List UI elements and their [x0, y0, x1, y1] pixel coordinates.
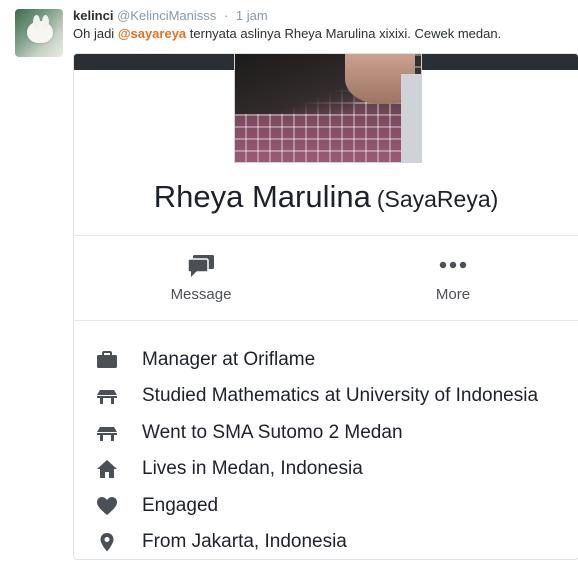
info-hometown-text: From Jakarta, Indonesia — [142, 531, 347, 552]
timestamp[interactable]: 1 jam — [236, 8, 268, 23]
briefcase-icon — [97, 351, 117, 368]
info-relationship-text: Engaged — [142, 495, 219, 516]
info-education-text: Studied Mathematics at University of Ind… — [142, 385, 539, 406]
profile-name: Rheya Marulina (SayaReya) — [74, 179, 578, 215]
divider — [74, 320, 578, 321]
profile-photo-hair — [235, 54, 355, 114]
heart-icon — [97, 497, 117, 515]
tweet: kelinci @KelinciManisss · 1 jam Oh jadi … — [0, 0, 578, 561]
more-label: More — [435, 286, 471, 303]
attached-profile-image[interactable]: Rheya Marulina (SayaReya) Message More M… — [73, 53, 578, 560]
info-location-text: Lives in Medan, Indonesia — [142, 458, 363, 479]
user-avatar[interactable] — [15, 9, 63, 57]
info-education: Studied Mathematics at University of Ind… — [74, 382, 578, 410]
info-hometown: From Jakarta, Indonesia — [74, 528, 578, 556]
user-handle[interactable]: @KelinciManisss — [117, 8, 216, 23]
divider — [74, 235, 578, 236]
display-name[interactable]: kelinci — [73, 8, 113, 23]
profile-photo-wall — [401, 74, 421, 162]
separator: · — [223, 8, 229, 23]
info-highschool: Went to SMA Sutomo 2 Medan — [74, 419, 578, 447]
message-icon — [187, 255, 214, 277]
avatar-rabbit-ear — [42, 15, 49, 29]
avatar-rabbit-image — [27, 21, 53, 43]
profile-photo[interactable] — [234, 54, 422, 163]
more-button[interactable]: More — [393, 254, 513, 303]
location-pin-icon — [100, 533, 114, 552]
mention-link[interactable]: @sayareya — [118, 26, 186, 41]
tweet-text: Oh jadi @sayareya ternyata aslinya Rheya… — [73, 25, 501, 42]
info-work-text: Manager at Oriflame — [142, 349, 316, 370]
school-icon — [97, 427, 117, 441]
message-button[interactable]: Message — [141, 254, 261, 303]
info-location: Lives in Medan, Indonesia — [74, 455, 578, 483]
info-relationship: Engaged — [74, 492, 578, 520]
info-work: Manager at Oriflame — [74, 346, 578, 374]
more-icon — [439, 261, 467, 269]
full-name: Rheya Marulina — [153, 179, 371, 214]
home-icon — [97, 460, 117, 478]
tweet-header: kelinci @KelinciManisss · 1 jam — [73, 8, 268, 24]
message-label: Message — [170, 286, 232, 303]
info-highschool-text: Went to SMA Sutomo 2 Medan — [142, 422, 403, 443]
avatar-rabbit-ear — [33, 15, 40, 29]
alias-name: (SayaReya) — [376, 186, 499, 212]
tweet-text-after: ternyata aslinya Rheya Marulina xixixi. … — [186, 26, 502, 41]
tweet-text-before: Oh jadi — [73, 26, 118, 41]
school-icon — [97, 390, 117, 404]
